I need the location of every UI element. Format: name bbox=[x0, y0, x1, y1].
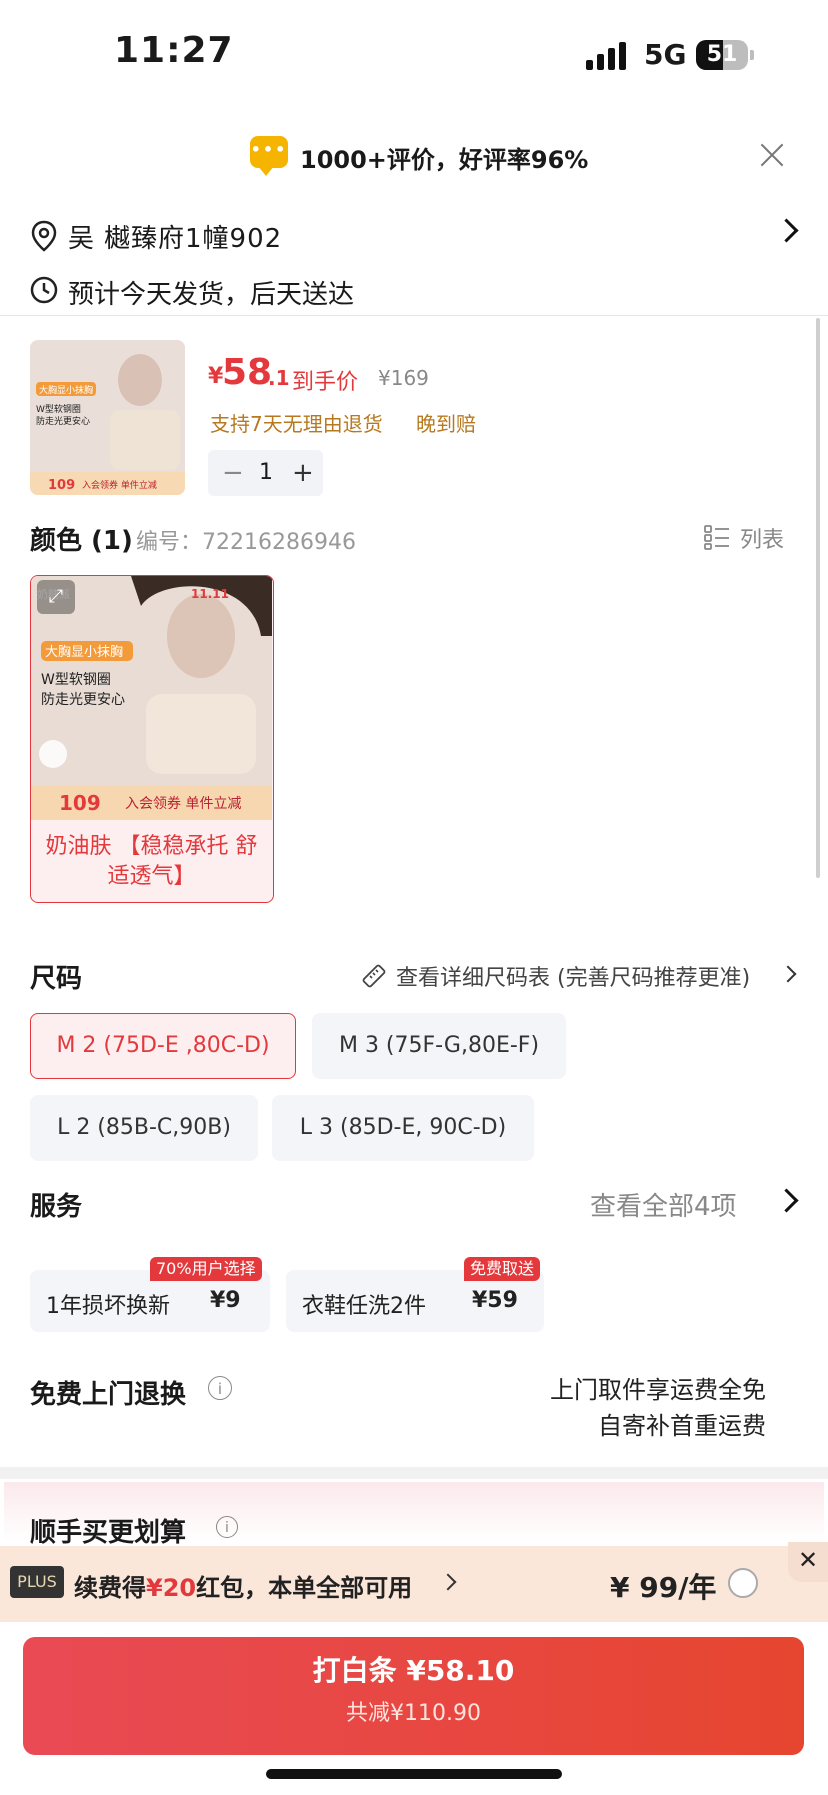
price-integer: 58 bbox=[222, 352, 273, 393]
size-option-m3[interactable]: M 3 (75F-G,80E-F) bbox=[312, 1013, 566, 1079]
info-icon[interactable]: i bbox=[216, 1516, 238, 1538]
size-option-l3[interactable]: L 3 (85D-E, 90C-D) bbox=[272, 1095, 534, 1161]
close-icon[interactable] bbox=[757, 140, 787, 170]
address-detail[interactable]: 樾臻府1幢902 bbox=[104, 218, 282, 255]
quantity-value[interactable]: 1 bbox=[258, 460, 274, 485]
event-logo: 11.11 bbox=[191, 587, 229, 601]
plus-radio[interactable] bbox=[728, 1568, 758, 1598]
review-summary[interactable]: 1000+评价，好评率96% bbox=[300, 140, 588, 175]
product-image: 大胸显小抹胸 W型软钢圈 防走光更安心 109 入会领券 单件立减 bbox=[30, 340, 185, 495]
section-divider bbox=[0, 1467, 828, 1479]
thumb-tag: 大胸显小抹胸 bbox=[39, 384, 93, 396]
thumb-price: 109 bbox=[48, 478, 75, 493]
color-section-title: 颜色 (1) bbox=[30, 526, 133, 556]
free-return-title: 免费上门退换 bbox=[30, 1380, 187, 1410]
checkout-discount: 共减¥110.90 bbox=[346, 1701, 481, 1726]
color-option-label: 奶油肤 【稳稳承托 舒适透气】 bbox=[45, 834, 258, 889]
services-title: 服务 bbox=[30, 1192, 83, 1222]
plus-price: ¥ 99/年 bbox=[610, 1571, 717, 1604]
product-id: 编号：72216286946 bbox=[136, 530, 356, 555]
status-time: 11:27 bbox=[114, 30, 234, 71]
quantity-stepper[interactable]: − 1 + bbox=[208, 450, 323, 496]
color-option-card[interactable]: 大胸显小抹胸 W型软钢圈 防走光更安心 11.11 奶糖派 109 入会领券 单… bbox=[30, 575, 274, 903]
address-name[interactable]: 吴 bbox=[68, 218, 94, 255]
product-thumbnail[interactable]: 大胸显小抹胸 W型软钢圈 防走光更安心 109 入会领券 单件立减 bbox=[30, 340, 185, 495]
home-indicator[interactable] bbox=[266, 1769, 562, 1779]
color-option-image: 大胸显小抹胸 W型软钢圈 防走光更安心 11.11 奶糖派 109 入会领券 单… bbox=[31, 576, 272, 820]
size-option-l2[interactable]: L 2 (85B-C,90B) bbox=[30, 1095, 258, 1161]
chevron-right-icon[interactable] bbox=[774, 1188, 799, 1213]
service-price: ¥9 bbox=[210, 1288, 241, 1313]
original-price: ¥169 bbox=[378, 366, 429, 390]
plus-offer-text[interactable]: 续费得¥20红包，本单全部可用 bbox=[74, 1568, 412, 1603]
price-label: 到手价 bbox=[292, 370, 359, 395]
services-view-all[interactable]: 查看全部4项 bbox=[590, 1186, 737, 1223]
plus-offer-suffix: 红包，本单全部可用 bbox=[196, 1574, 413, 1602]
clock-icon bbox=[30, 276, 58, 304]
delivery-estimate: 预计今天发货，后天送达 bbox=[68, 280, 355, 310]
image-price: 109 bbox=[59, 791, 101, 815]
plus-offer-amount: ¥20 bbox=[146, 1574, 197, 1602]
thumb-line: 防走光更安心 bbox=[36, 415, 90, 427]
thumb-line: W型软钢圈 bbox=[36, 403, 81, 415]
bundle-title: 顺手买更划算 bbox=[30, 1518, 187, 1548]
image-line: W型软钢圈 bbox=[41, 672, 111, 688]
service-badge: 70%用户选择 bbox=[150, 1257, 262, 1281]
list-view-label[interactable]: 列表 bbox=[740, 522, 784, 554]
service-name: 衣鞋任洗2件 bbox=[302, 1294, 426, 1319]
plus-badge: PLUS bbox=[10, 1566, 64, 1598]
free-return-self-ship: 自寄补首重运费 bbox=[598, 1412, 766, 1440]
list-view-icon[interactable] bbox=[704, 524, 730, 550]
network-label: 5G bbox=[644, 38, 687, 71]
battery-level: 51 bbox=[706, 42, 738, 67]
price-decimal: .1 bbox=[268, 366, 290, 390]
chat-bubble-icon: ••• bbox=[250, 136, 288, 176]
checkout-button[interactable]: 打白条 ¥58.10 共减¥110.90 bbox=[23, 1637, 804, 1755]
chevron-right-icon[interactable] bbox=[779, 965, 797, 983]
service-badge: 免费取送 bbox=[464, 1257, 541, 1281]
size-option-m2[interactable]: M 2 (75D-E ,80C-D) bbox=[30, 1013, 296, 1079]
chevron-right-icon[interactable] bbox=[774, 218, 799, 243]
thumb-promo: 入会领券 单件立减 bbox=[82, 479, 157, 491]
plus-button[interactable]: + bbox=[292, 458, 314, 488]
divider bbox=[0, 315, 828, 316]
close-glyph: ✕ bbox=[797, 1546, 819, 1574]
service-name: 1年损坏换新 bbox=[46, 1294, 170, 1319]
info-icon[interactable]: i bbox=[208, 1376, 232, 1400]
battery-icon: 51 bbox=[696, 40, 754, 70]
minus-button[interactable]: − bbox=[222, 458, 244, 488]
location-pin-icon bbox=[31, 220, 57, 252]
expand-icon[interactable]: ⤢ bbox=[37, 580, 75, 614]
close-icon[interactable]: ✕ bbox=[788, 1542, 828, 1582]
return-policy: 支持7天无理由退货 bbox=[210, 412, 383, 436]
late-compensation: 晚到赔 bbox=[416, 412, 476, 436]
image-line: 防走光更安心 bbox=[41, 692, 125, 708]
signal-icon bbox=[586, 42, 628, 70]
size-section-title: 尺码 bbox=[30, 964, 83, 994]
scrollbar[interactable] bbox=[816, 318, 820, 878]
size-chart-link[interactable]: 查看详细尺码表 (完善尺码推荐更准) bbox=[396, 960, 750, 992]
service-price: ¥59 bbox=[472, 1288, 518, 1313]
ruler-icon bbox=[362, 964, 386, 988]
image-tag: 大胸显小抹胸 bbox=[45, 645, 123, 660]
free-return-pickup: 上门取件享运费全免 bbox=[550, 1376, 766, 1404]
image-promo: 入会领券 单件立减 bbox=[125, 796, 241, 812]
checkout-label: 打白条 ¥58.10 bbox=[312, 1654, 515, 1687]
plus-offer-prefix: 续费得 bbox=[74, 1574, 146, 1602]
